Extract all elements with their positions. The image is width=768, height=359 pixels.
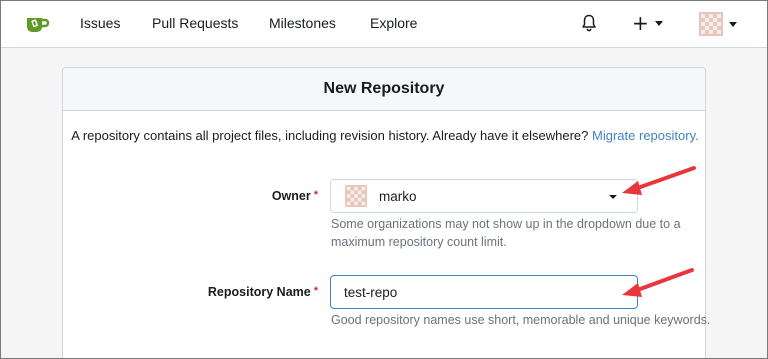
repository-name-help-text: Good repository names use short, memorab… (331, 313, 711, 327)
page-title: New Repository (63, 68, 705, 111)
nav-milestones[interactable]: Milestones (269, 15, 336, 31)
dropdown-caret-icon (609, 195, 617, 199)
owner-label: Owner * (271, 189, 318, 203)
repository-name-label: Repository Name * (207, 285, 318, 299)
new-repository-card: New Repository A repository contains all… (62, 67, 710, 359)
owner-dropdown[interactable]: marko (330, 179, 638, 213)
nav-issues[interactable]: Issues (80, 15, 120, 31)
create-new-menu[interactable]: + (632, 13, 663, 33)
chevron-down-icon (654, 20, 663, 26)
plus-icon: + (632, 11, 649, 35)
intro-text: A repository contains all project files,… (71, 128, 699, 143)
nav-explore[interactable]: Explore (370, 15, 417, 31)
user-avatar-icon (699, 12, 723, 36)
repository-name-input[interactable] (330, 275, 638, 309)
user-menu[interactable] (699, 12, 737, 36)
required-marker: * (313, 189, 318, 201)
owner-help-text: Some organizations may not show up in th… (331, 217, 681, 249)
bell-icon[interactable] (581, 14, 597, 32)
chevron-down-icon (729, 21, 737, 27)
owner-value: marko (379, 188, 417, 204)
top-navbar: Issues Pull Requests Milestones Explore … (0, 0, 768, 48)
required-marker: * (313, 285, 318, 297)
migrate-repository-link[interactable]: Migrate repository. (592, 128, 699, 143)
nav-pull-requests[interactable]: Pull Requests (152, 15, 238, 31)
owner-avatar-icon (345, 185, 367, 207)
gitea-logo-icon[interactable] (24, 12, 52, 36)
